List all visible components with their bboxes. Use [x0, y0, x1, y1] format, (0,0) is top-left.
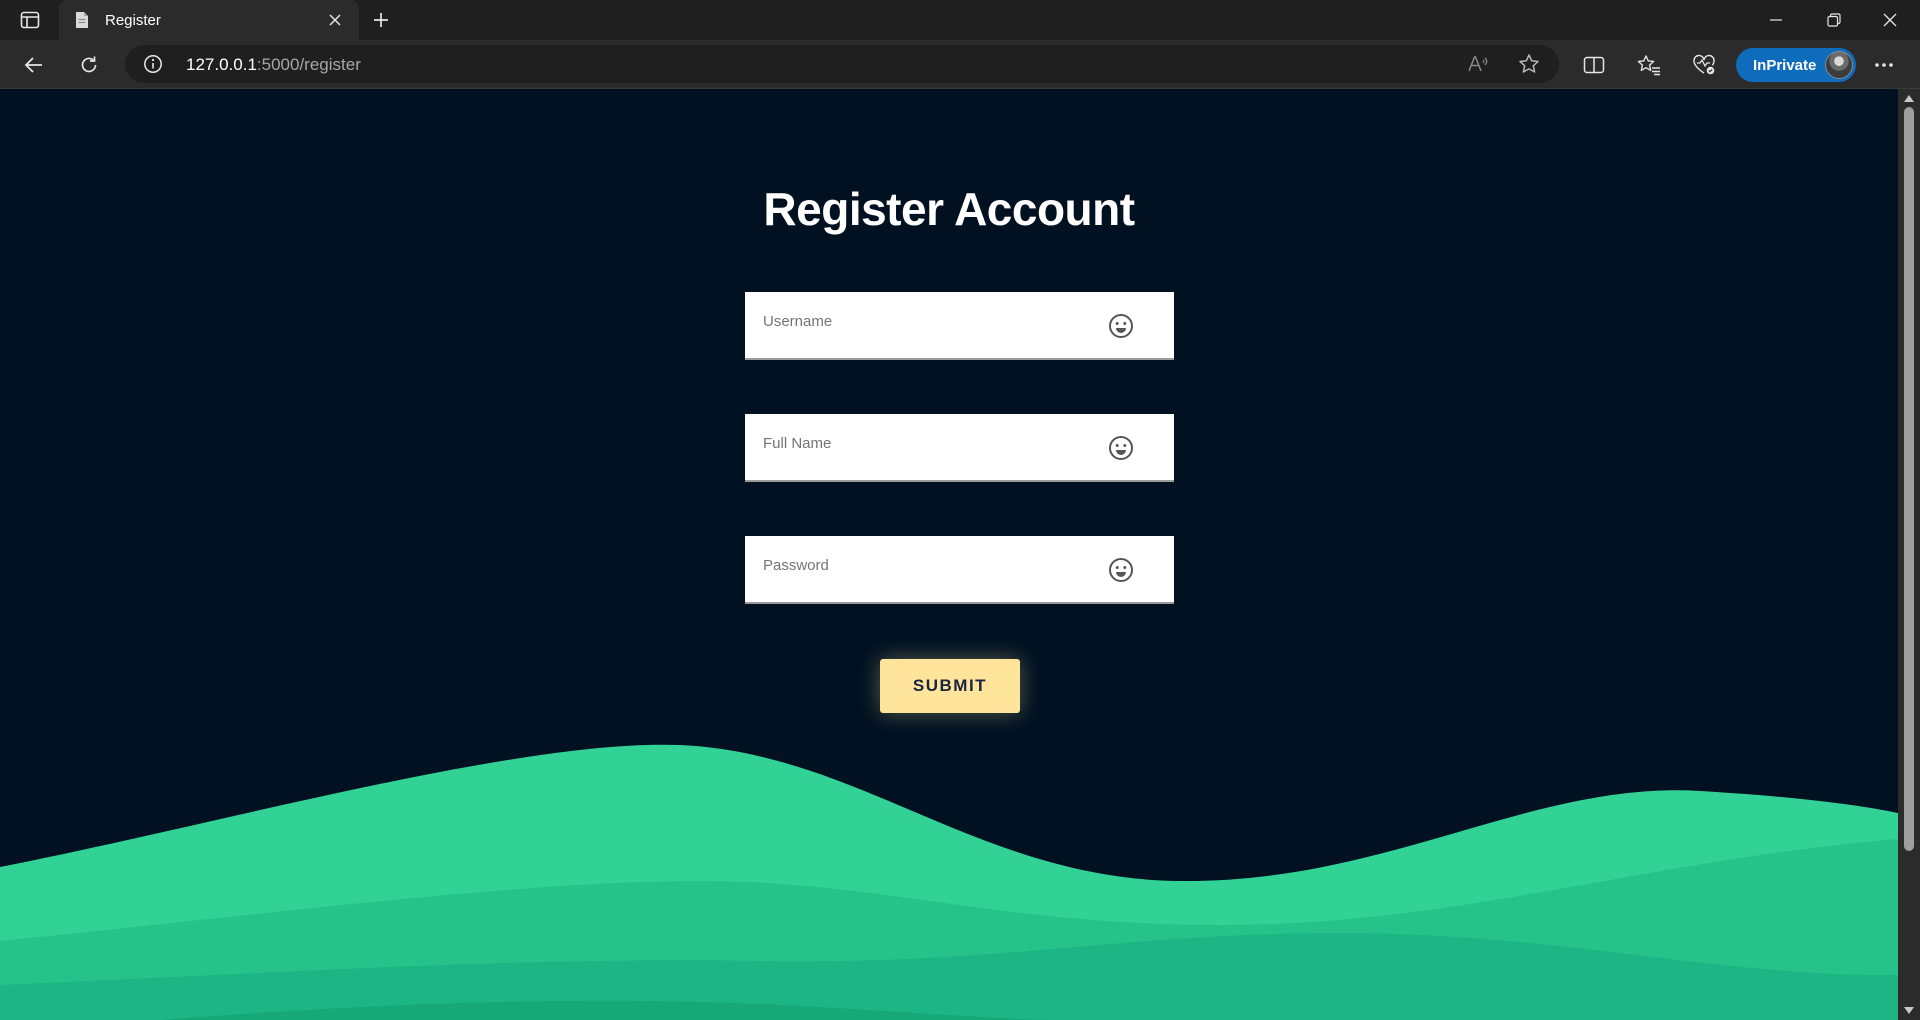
close-tab-icon[interactable] [323, 8, 347, 32]
tab-actions-icon[interactable] [14, 8, 46, 32]
page-icon [73, 11, 91, 29]
close-window-icon[interactable] [1862, 0, 1918, 40]
password-field: Password [745, 536, 1174, 604]
smiley-face-icon [1107, 312, 1135, 340]
avatar [1825, 51, 1853, 79]
more-options-icon[interactable] [1866, 47, 1902, 83]
submit-button[interactable]: SUBMIT [880, 659, 1020, 713]
scroll-up-arrow-icon[interactable] [1903, 93, 1915, 103]
scroll-down-arrow-icon[interactable] [1903, 1005, 1915, 1015]
read-aloud-icon[interactable] [1465, 52, 1491, 76]
refresh-icon[interactable] [71, 47, 107, 83]
browser-toolbar: 127.0.0.1:5000/register InPrivate [0, 40, 1920, 89]
back-arrow-icon[interactable] [16, 47, 52, 83]
page-viewport: Register Account Username Full Name Pass… [0, 89, 1898, 1020]
minimize-icon[interactable] [1748, 0, 1804, 40]
username-input[interactable] [745, 292, 1105, 358]
address-bar[interactable]: 127.0.0.1:5000/register [125, 45, 1559, 83]
new-tab-button[interactable] [366, 6, 396, 34]
favorite-star-icon[interactable] [1516, 52, 1542, 76]
smiley-face-icon [1107, 556, 1135, 584]
inprivate-button[interactable]: InPrivate [1736, 48, 1856, 82]
split-screen-icon[interactable] [1576, 47, 1612, 83]
favorites-icon[interactable] [1631, 47, 1667, 83]
tab-title: Register [105, 11, 161, 29]
full-name-field: Full Name [745, 414, 1174, 482]
restore-icon[interactable] [1806, 0, 1862, 40]
browser-essentials-icon[interactable] [1686, 47, 1722, 83]
page-title: Register Account [763, 183, 1135, 235]
url-path: :5000/register [256, 55, 361, 74]
scroll-thumb[interactable] [1904, 107, 1914, 851]
site-info-icon[interactable] [143, 54, 163, 74]
smiley-face-icon [1107, 434, 1135, 462]
inprivate-label: InPrivate [1753, 56, 1817, 74]
url-host: 127.0.0.1 [186, 55, 257, 74]
password-input[interactable] [745, 536, 1105, 602]
tab-register[interactable]: Register [59, 0, 359, 40]
username-field: Username [745, 292, 1174, 360]
tab-strip: Register [0, 0, 1920, 40]
url-text[interactable]: 127.0.0.1:5000/register [186, 55, 361, 75]
full-name-input[interactable] [745, 414, 1105, 480]
scrollbar[interactable] [1898, 89, 1920, 1020]
